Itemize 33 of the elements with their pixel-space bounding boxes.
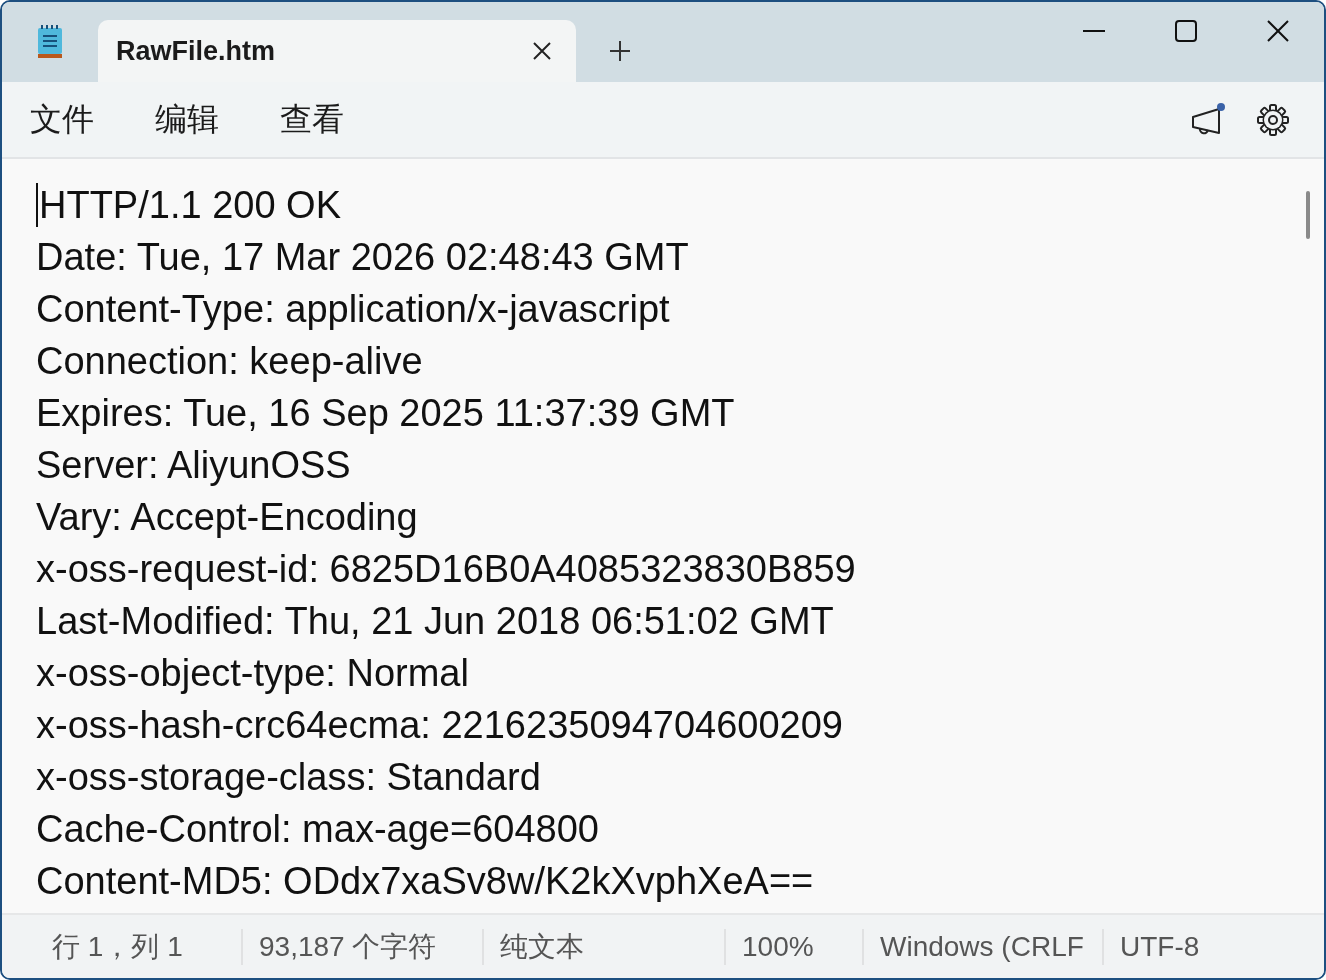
close-icon	[532, 41, 552, 61]
menu-item[interactable]: 文件	[18, 91, 106, 148]
status-text: Windows (CRLF	[862, 928, 1102, 965]
minimize-icon	[1083, 29, 1105, 33]
scrollbar-thumb[interactable]	[1306, 191, 1310, 239]
text-line: Content-Type: application/x-javascript	[36, 287, 670, 332]
file-tab[interactable]: RawFile.htm	[98, 20, 576, 82]
status-text: 93,187 个字符	[241, 928, 482, 965]
settings-icon	[1257, 103, 1289, 136]
text-line: Expires: Tue, 16 Sep 2025 11:37:39 GMT	[36, 391, 735, 436]
text-line: x-oss-storage-class: Standard	[36, 755, 541, 800]
text-line: Cache-Control: max-age=604800	[36, 807, 599, 852]
close-icon	[1267, 20, 1289, 42]
status-text: UTF-8	[1102, 928, 1324, 965]
status-text: 纯文本	[482, 928, 724, 965]
text-line: Content-MD5: ODdx7xaSv8w/K2kXvphXeA==	[36, 859, 814, 904]
text-cursor	[36, 183, 38, 227]
menu-item[interactable]: 编辑	[143, 91, 231, 148]
text-line: x-oss-hash-crc64ecma: 2216235094704600209	[36, 703, 843, 748]
text-line: Last-Modified: Thu, 21 Jun 2018 06:51:02 GMT	[36, 599, 834, 644]
menu-item[interactable]: 查看	[268, 91, 356, 148]
status-text: 100%	[724, 928, 862, 965]
text-line: HTTP/1.1 200 OK	[39, 183, 341, 228]
text-line: x-oss-request-id: 6825D16B0A4085323830B859	[36, 547, 856, 592]
plus-icon	[609, 40, 631, 62]
maximize-icon	[1175, 20, 1197, 42]
status-text: 行 1，列 1	[51, 929, 184, 964]
text-line: Connection: keep-alive	[36, 339, 423, 384]
text-line: x-oss-object-type: Normal	[36, 651, 469, 696]
text-line: Date: Tue, 17 Mar 2026 02:48:43 GMT	[36, 235, 689, 280]
text-line: Server: AliyunOSS	[36, 443, 351, 488]
text-line: Vary: Accept-Encoding	[36, 495, 418, 540]
notepad-icon	[36, 25, 64, 59]
